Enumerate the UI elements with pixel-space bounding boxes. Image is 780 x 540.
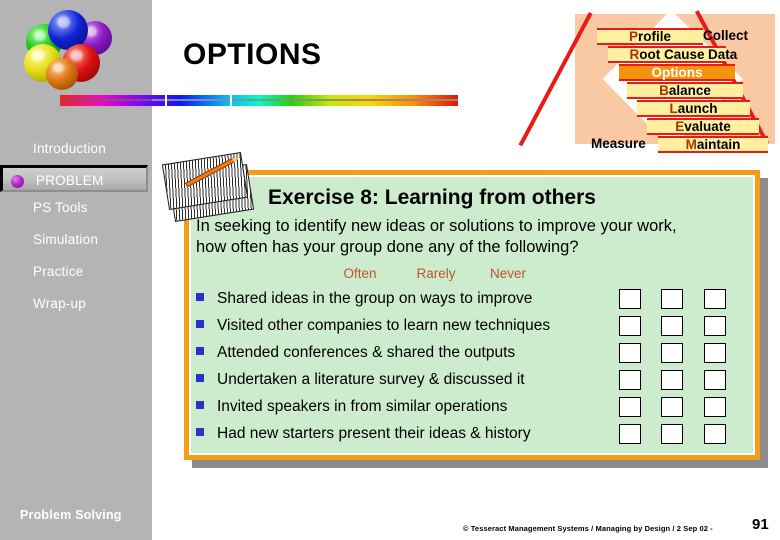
sidebar-item-label: Wrap-up [33,296,86,311]
sidebar-item-wrap-up[interactable]: Wrap-up [0,288,152,320]
checkbox-rarely-5[interactable] [661,397,683,417]
bullet-icon [196,401,204,409]
checkbox-never-2[interactable] [704,316,726,336]
exercise-title: Exercise 8: Learning from others [268,186,596,209]
question-row: Had new starters present their ideas & h… [196,425,531,443]
step-initial: O [651,65,662,80]
sidebar-item-label: Practice [33,264,84,279]
sidebar-item-problem[interactable]: PROBLEM [0,165,148,192]
column-header-often: Often [343,266,377,281]
checkbox-rarely-4[interactable] [661,370,683,390]
logo-spheres [18,6,134,90]
problem-method-diagram: Profile Root Cause Options Balance Launc… [518,10,775,153]
checkbox-often-6[interactable] [619,424,641,444]
sidebar-item-simulation[interactable]: Simulation [0,224,152,256]
diagram-step-launch[interactable]: Launch [637,100,750,117]
question-text: Shared ideas in the group on ways to imp… [217,290,533,307]
sidebar-item-label: PS Tools [33,200,88,215]
step-rest: aunch [677,101,718,116]
step-initial: M [685,137,697,152]
checkbox-rarely-2[interactable] [661,316,683,336]
question-text: Attended conferences & shared the output… [217,344,516,361]
bullet-sphere-icon [11,175,24,188]
checkbox-rarely-3[interactable] [661,343,683,363]
diagram-label-data: Data [708,47,738,62]
sidebar-item-introduction[interactable]: Introduction [0,133,152,165]
sidebar-item-label: Introduction [33,141,106,156]
step-initial: R [629,47,640,62]
checkbox-often-4[interactable] [619,370,641,390]
diagram-step-options[interactable]: Options [619,64,735,81]
column-header-never: Never [489,266,526,281]
diagram-step-balance[interactable]: Balance [627,82,743,99]
checkbox-often-3[interactable] [619,343,641,363]
step-initial: P [628,29,638,44]
exercise-prompt-line2: how often has your group done any of the… [196,238,579,256]
question-text: Undertaken a literature survey & discuss… [217,371,525,388]
step-rest: valuate [684,119,731,134]
bullet-icon [196,293,204,301]
page-number: 91 [752,516,769,533]
diagram-label-collect: Collect [703,28,749,43]
exercise-prompt-line1: In seeking to identify new ideas or solu… [196,217,677,235]
sidebar-item-ps-tools[interactable]: PS Tools [0,192,152,224]
step-rest: ptions [662,65,703,80]
step-rest: oot Cause [639,47,705,62]
diagram-label-measure: Measure [591,136,646,151]
question-text: Invited speakers in from similar operati… [217,398,508,415]
step-initial: B [659,83,669,98]
notepad-pencil-icon [161,152,257,222]
rainbow-bar-bottom [60,101,458,106]
section-label: Problem Solving [20,508,122,522]
checkbox-never-3[interactable] [704,343,726,363]
step-initial: E [675,119,685,134]
question-row: Shared ideas in the group on ways to imp… [196,290,532,308]
step-rest: rofile [638,29,672,44]
question-row: Visited other companies to learn new tec… [196,317,550,335]
bullet-icon [196,347,204,355]
diagram-step-profile[interactable]: Profile [597,28,703,45]
rainbow-divider [60,95,458,109]
checkbox-never-5[interactable] [704,397,726,417]
sidebar-nav: Introduction PROBLEM PS Tools Simulation… [0,133,152,320]
slide-canvas: Introduction PROBLEM PS Tools Simulation… [0,0,780,540]
sidebar-item-practice[interactable]: Practice [0,256,152,288]
checkbox-rarely-1[interactable] [661,289,683,309]
diagram-step-maintain[interactable]: Maintain [658,136,768,153]
checkbox-often-1[interactable] [619,289,641,309]
step-rest: aintain [696,137,741,152]
sidebar: Introduction PROBLEM PS Tools Simulation… [0,0,152,540]
logo-sphere-orange [46,58,78,90]
step-initial: L [669,101,678,116]
exercise-prompt: In seeking to identify new ideas or solu… [196,216,741,258]
checkbox-never-4[interactable] [704,370,726,390]
checkbox-often-2[interactable] [619,316,641,336]
page-title: OPTIONS [183,38,322,71]
sidebar-item-label: PROBLEM [36,173,104,188]
divider-tick [165,95,167,108]
column-header-rarely: Rarely [416,266,456,281]
bullet-icon [196,428,204,436]
question-text: Visited other companies to learn new tec… [217,317,551,334]
checkbox-often-5[interactable] [619,397,641,417]
checkbox-never-6[interactable] [704,424,726,444]
checkbox-never-1[interactable] [704,289,726,309]
question-text: Had new starters present their ideas & h… [217,425,531,442]
step-rest: alance [668,83,711,98]
question-row: Attended conferences & shared the output… [196,344,515,362]
question-row: Invited speakers in from similar operati… [196,398,507,416]
checkbox-rarely-6[interactable] [661,424,683,444]
bullet-icon [196,320,204,328]
diagram-step-evaluate[interactable]: Evaluate [647,118,759,135]
sidebar-item-label: Simulation [33,232,99,247]
footer-credit: © Tesseract Management Systems / Managin… [463,524,713,533]
divider-tick [230,95,232,108]
question-row: Undertaken a literature survey & discuss… [196,371,525,389]
bullet-icon [196,374,204,382]
